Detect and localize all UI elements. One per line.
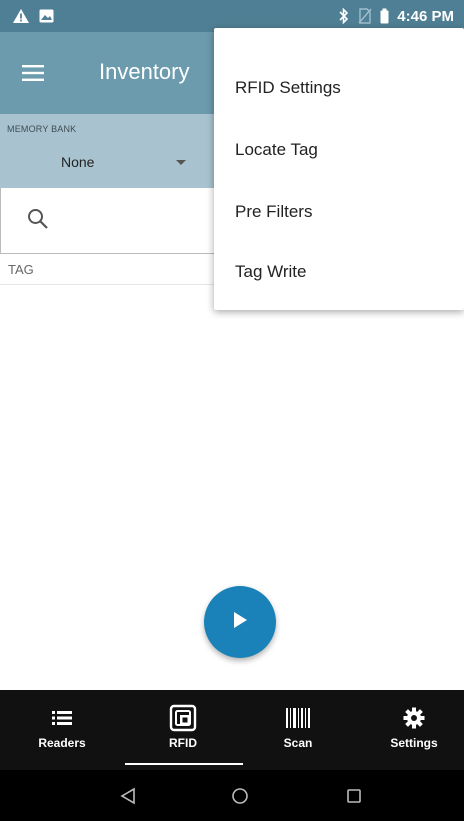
menu-item-rfid-settings[interactable]: RFID Settings — [214, 58, 464, 118]
memory-bank-value: None — [61, 154, 95, 170]
nav-item-readers[interactable]: Readers — [22, 702, 102, 758]
image-icon — [39, 9, 54, 23]
status-time: 4:46 PM — [397, 7, 454, 25]
home-icon[interactable] — [228, 784, 252, 808]
status-left — [12, 8, 54, 24]
bottom-nav: Readers RFID Scan Settings — [0, 690, 464, 770]
list-icon — [22, 702, 102, 734]
nav-item-settings[interactable]: Settings — [374, 702, 454, 758]
nav-label-rfid: RFID — [169, 736, 197, 750]
system-nav-bar — [0, 770, 464, 821]
nav-label-scan: Scan — [283, 736, 313, 750]
hamburger-menu-icon[interactable] — [18, 58, 48, 88]
barcode-icon — [258, 702, 338, 734]
tag-column-header: TAG — [8, 262, 34, 277]
no-sim-icon — [358, 8, 372, 24]
battery-icon — [380, 8, 389, 24]
memory-bank-select[interactable]: None — [30, 152, 200, 178]
menu-item-tag-write[interactable]: Tag Write — [214, 242, 464, 302]
overflow-menu: RFID Settings Locate Tag Pre Filters Tag… — [214, 28, 464, 310]
nav-label-settings: Settings — [390, 736, 438, 750]
page-title: Inventory — [99, 59, 190, 84]
nav-label-readers: Readers — [38, 736, 86, 750]
play-icon — [232, 611, 248, 634]
back-icon[interactable] — [116, 784, 140, 808]
selected-tab-indicator — [125, 763, 243, 765]
bluetooth-icon — [338, 8, 350, 24]
warning-icon — [12, 8, 30, 24]
nav-item-scan[interactable]: Scan — [258, 702, 338, 758]
gear-icon — [374, 702, 454, 734]
menu-item-locate-tag[interactable]: Locate Tag — [214, 120, 464, 180]
nav-item-rfid[interactable]: RFID — [143, 702, 223, 758]
start-inventory-button[interactable] — [204, 586, 276, 658]
search-icon[interactable] — [27, 208, 49, 235]
recents-icon[interactable] — [342, 784, 366, 808]
menu-item-pre-filters[interactable]: Pre Filters — [214, 182, 464, 242]
dropdown-caret-icon — [176, 160, 186, 165]
status-right: 4:46 PM — [338, 8, 454, 25]
rfid-icon — [143, 702, 223, 734]
memory-bank-label: MEMORY BANK — [7, 124, 77, 134]
